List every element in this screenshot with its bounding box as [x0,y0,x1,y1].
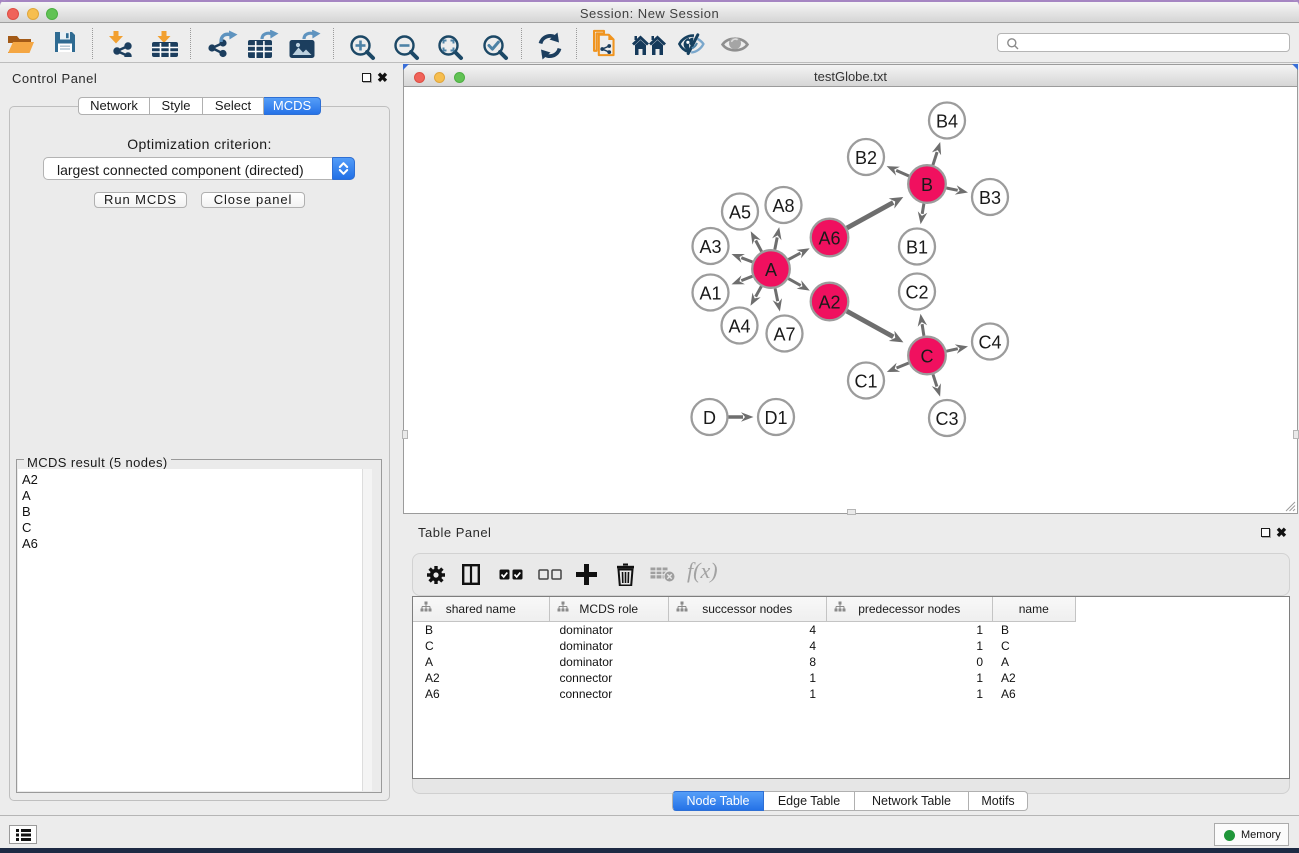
svg-text:A7: A7 [773,325,795,345]
svg-text:A8: A8 [772,196,794,216]
svg-text:B2: B2 [855,148,877,168]
svg-text:D: D [703,408,716,428]
svg-text:A4: A4 [728,317,750,337]
svg-text:B4: B4 [936,112,958,132]
svg-text:C: C [921,347,934,367]
svg-text:A3: A3 [699,237,721,257]
svg-text:A2: A2 [818,293,840,313]
svg-text:D1: D1 [764,408,787,428]
svg-text:C1: C1 [854,372,877,392]
svg-text:B3: B3 [979,188,1001,208]
svg-text:A6: A6 [818,229,840,249]
svg-text:A: A [765,260,777,280]
svg-text:C2: C2 [905,283,928,303]
svg-text:C4: C4 [978,333,1001,353]
svg-text:A5: A5 [729,203,751,223]
svg-text:A1: A1 [699,284,721,304]
svg-text:B1: B1 [906,238,928,258]
svg-text:B: B [921,175,933,195]
svg-text:C3: C3 [935,409,958,429]
